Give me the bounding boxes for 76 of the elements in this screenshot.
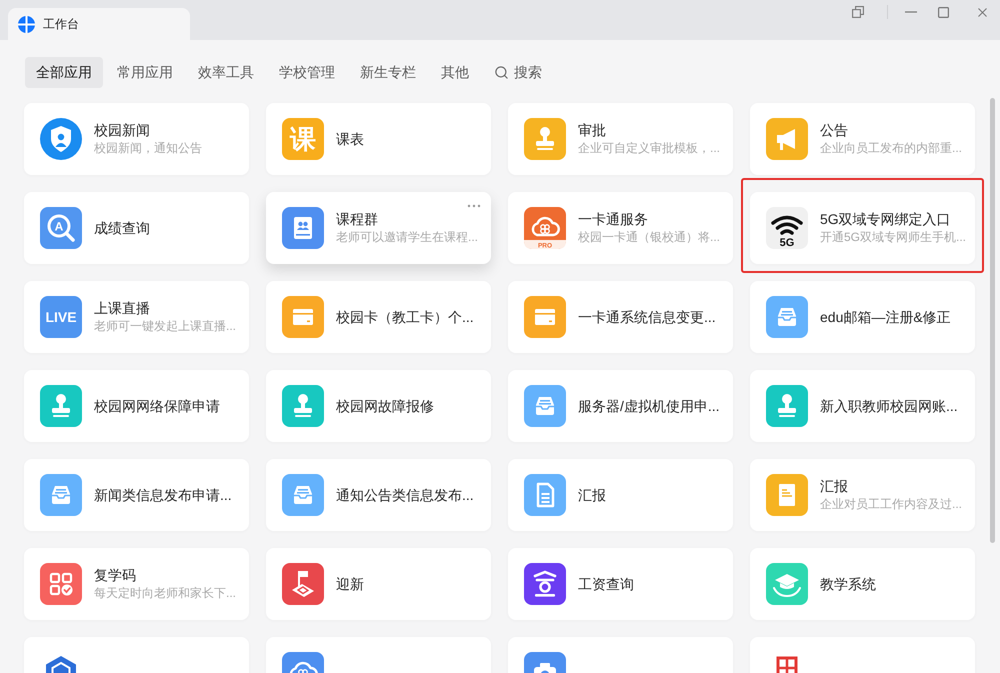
app-title: 汇报 [820, 477, 849, 495]
app-card[interactable]: 课程群 老师可以邀请学生在课程... [266, 192, 491, 264]
app-title: edu邮箱—注册&修正 [820, 308, 951, 326]
app-card[interactable]: 一卡通系统信息变更... [508, 281, 733, 353]
nav-tab[interactable]: 其他 [430, 57, 480, 88]
scrollbar-thumb[interactable] [990, 98, 995, 543]
app-title: 一卡通服务 [578, 210, 649, 228]
app-title: 校园卡（教工卡）个... [336, 308, 474, 326]
app-description: 校园新闻，通知公告 [94, 140, 202, 157]
app-card[interactable]: 新入职教师校园网账... [750, 370, 975, 442]
app-card[interactable]: 校园网网络保障申请 [24, 370, 249, 442]
app-description: 企业向员工发布的内部重... [820, 140, 962, 157]
app-description: 企业可自定义审批模板，... [578, 140, 720, 157]
nav-tab[interactable]: 新生专栏 [349, 57, 427, 88]
app-title: 校园新闻 [94, 121, 151, 139]
app-card[interactable]: 新闻类信息发布申请... [24, 459, 249, 531]
app-title: 5G双域专网绑定入口 [820, 210, 952, 228]
app-card[interactable]: 5G 5G双域专网绑定入口 开通5G双域专网师生手机... [750, 192, 975, 264]
app-logo-icon [18, 16, 35, 32]
app-description: 校园一卡通（银校通）将... [578, 229, 720, 246]
window-tab[interactable]: 工作台 [8, 8, 190, 40]
app-card[interactable]: 通知公告类信息发布... [266, 459, 491, 531]
search-button[interactable]: 搜索 [483, 57, 553, 88]
app-card[interactable]: 校园网故障报修 [266, 370, 491, 442]
app-description: 企业对员工工作内容及过... [820, 496, 962, 513]
app-title: 通知公告类信息发布... [336, 486, 474, 504]
app-title: 课表 [336, 130, 364, 148]
nav-tab[interactable]: 学校管理 [268, 57, 346, 88]
app-title: 审批 [578, 121, 607, 139]
app-title: 汇报 [578, 486, 606, 504]
app-card[interactable]: 教学系统 [750, 548, 975, 620]
app-title: 迎新 [336, 575, 364, 593]
app-card[interactable]: 审批 企业可自定义审批模板，... [508, 103, 733, 175]
app-card[interactable]: 工资查询 [508, 548, 733, 620]
app-description: 每天定时向老师和家长下... [94, 585, 236, 602]
app-title: 服务器/虚拟机使用申... [578, 397, 720, 415]
maximize-icon [938, 6, 948, 18]
app-card[interactable]: 汇报 [508, 459, 733, 531]
app-title: 一卡通系统信息变更... [578, 308, 716, 326]
minimize-icon [905, 11, 917, 13]
app-card[interactable]: edu邮箱—注册&修正 [750, 281, 975, 353]
search-icon [494, 65, 509, 80]
app-title: 复学码 [94, 566, 137, 584]
wifi-icon: 5G [766, 207, 808, 249]
app-card[interactable]: 校园新闻 校园新闻，通知公告 [24, 103, 249, 175]
app-title: 新入职教师校园网账... [820, 397, 958, 415]
app-card[interactable]: 复学码 每天定时向老师和家长下... [24, 548, 249, 620]
app-card[interactable]: 公告 企业向员工发布的内部重... [750, 103, 975, 175]
app-logo: 课 [282, 118, 324, 160]
nav-tab[interactable]: 效率工具 [187, 57, 265, 88]
app-card[interactable]: A 成绩查询 [24, 192, 249, 264]
app-title: 公告 [820, 121, 849, 139]
app-logo: LIVE [40, 296, 82, 338]
app-title: 课程群 [336, 210, 379, 228]
app-title: 工资查询 [578, 575, 634, 593]
popout-icon [852, 6, 864, 18]
app-card[interactable]: 课 课表 [266, 103, 491, 175]
app-card[interactable]: 服务器/虚拟机使用申... [508, 370, 733, 442]
window-title: 工作台 [43, 16, 79, 32]
app-card[interactable]: 校园卡（教工卡）个... [266, 281, 491, 353]
app-card[interactable]: LIVE 上课直播 老师可一键发起上课直播... [24, 281, 249, 353]
magnifier-icon: A [40, 207, 82, 249]
app-description: 老师可以邀请学生在课程... [336, 229, 478, 246]
nav-tab[interactable]: 常用应用 [106, 57, 184, 88]
app-card[interactable]: 汇报 企业对员工工作内容及过... [750, 459, 975, 531]
nav-tab[interactable]: 全部应用 [25, 57, 103, 88]
app-title: 校园网网络保障申请 [94, 397, 220, 415]
app-description: 开通5G双域专网师生手机... [820, 229, 966, 246]
app-title: 校园网故障报修 [336, 397, 434, 415]
app-card[interactable]: 迎新 [266, 548, 491, 620]
app-title: 上课直播 [94, 299, 151, 317]
app-title: 成绩查询 [94, 219, 150, 237]
app-title: 教学系统 [820, 575, 876, 593]
more-icon[interactable] [467, 204, 481, 208]
app-description: 老师可一键发起上课直播... [94, 318, 236, 335]
app-title: 新闻类信息发布申请... [94, 486, 232, 504]
